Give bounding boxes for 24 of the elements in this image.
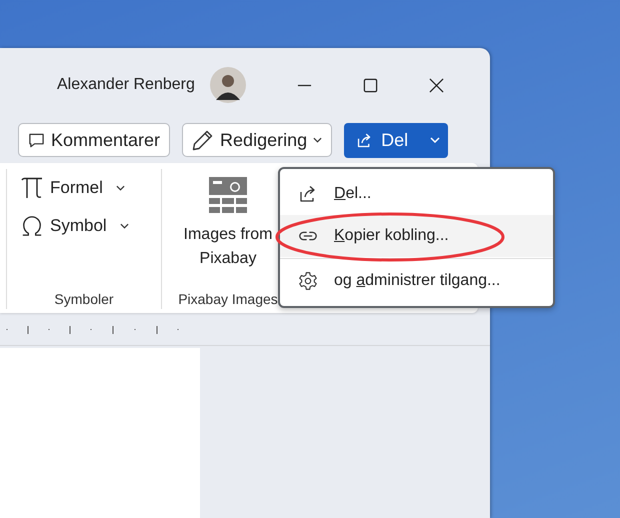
symbol-button[interactable]: Symbol xyxy=(11,207,139,245)
comments-button[interactable]: Kommentarer xyxy=(18,123,170,157)
omega-icon xyxy=(21,214,43,238)
menu-item[interactable]: og administrer tilgang... xyxy=(280,260,553,302)
menu-item[interactable]: Del... xyxy=(280,173,553,215)
editing-button[interactable]: Redigering xyxy=(182,123,332,157)
pi-icon xyxy=(21,176,43,200)
group-label: Pixabay Images xyxy=(178,291,278,309)
image-grid-icon xyxy=(209,177,247,215)
chevron-down-icon xyxy=(313,137,322,143)
user-name: Alexander Renberg xyxy=(57,76,195,94)
maximize-icon[interactable] xyxy=(362,78,378,92)
close-icon[interactable] xyxy=(428,78,444,92)
avatar-icon[interactable] xyxy=(210,67,246,103)
group-label: Symboler xyxy=(54,291,114,309)
speech-bubble-icon xyxy=(28,132,45,148)
chevron-down-icon[interactable] xyxy=(430,137,440,143)
pencil-icon xyxy=(192,129,214,151)
gear-icon xyxy=(298,271,318,291)
chevron-down-icon xyxy=(116,185,125,191)
formula-button[interactable]: Formel xyxy=(11,169,135,207)
chevron-down-icon xyxy=(120,223,129,229)
share-label: Del xyxy=(381,130,408,150)
share-button[interactable]: Del xyxy=(344,122,448,158)
